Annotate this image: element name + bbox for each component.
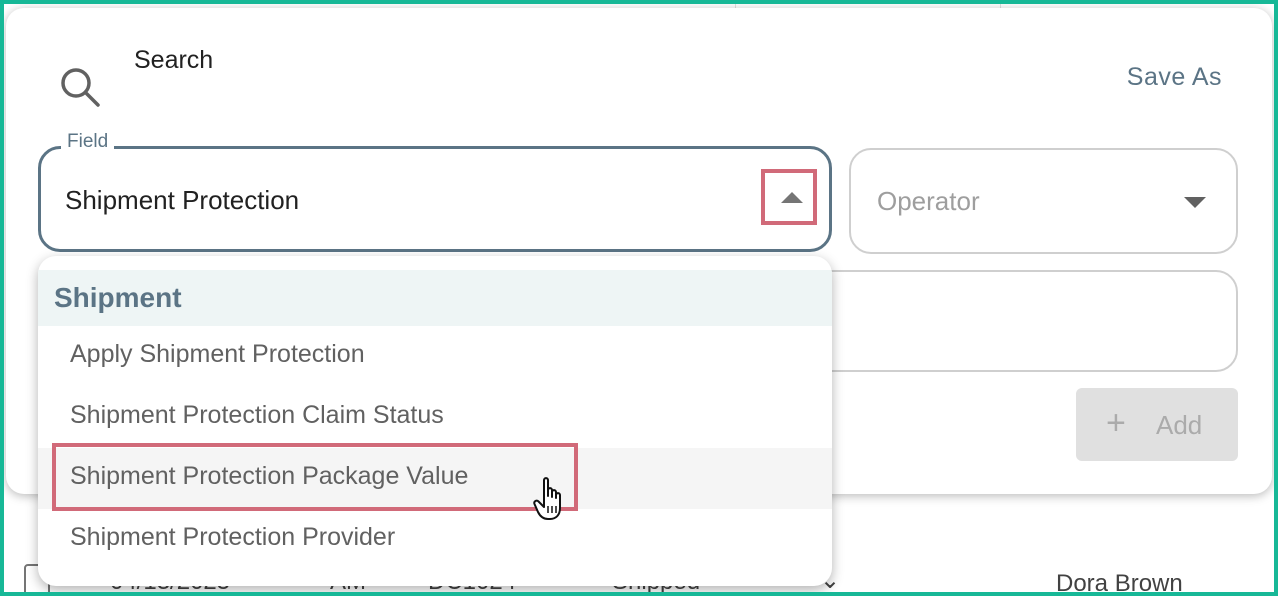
dropdown-item-apply-shipment-protection[interactable]: Apply Shipment Protection	[38, 326, 832, 387]
dropdown-item-claim-status[interactable]: Shipment Protection Claim Status	[38, 387, 832, 448]
dropdown-item-label: Apply Shipment Protection	[70, 340, 365, 368]
field-dropdown-menu: Shipment Apply Shipment Protection Shipm…	[38, 256, 832, 586]
hand-cursor-icon	[533, 477, 561, 520]
add-button[interactable]: + Add	[1076, 388, 1238, 461]
dropdown-group-label: Shipment	[54, 282, 182, 313]
search-label: Search	[134, 46, 214, 74]
field-legend: Field	[61, 131, 115, 153]
dropdown-item-label: Shipment Protection Provider	[70, 523, 396, 551]
field-value: Shipment Protection	[65, 185, 300, 215]
row-customer: Dora Brown	[1056, 570, 1183, 596]
dropdown-item-label: Shipment Protection Package Value	[70, 462, 469, 490]
dropdown-item-package-value[interactable]: Shipment Protection Package Value	[38, 448, 832, 509]
add-label: Add	[1156, 410, 1203, 440]
search-icon[interactable]	[56, 63, 104, 111]
caret-up-icon	[781, 192, 803, 203]
value-input[interactable]	[796, 270, 1238, 372]
field-dropdown-toggle[interactable]	[761, 169, 817, 225]
plus-icon: +	[1106, 404, 1126, 442]
field-select[interactable]: Field Shipment Protection	[38, 131, 832, 252]
dropdown-group-header: Shipment	[38, 270, 832, 326]
operator-select[interactable]: Operator	[849, 148, 1238, 254]
dropdown-item-label: Shipment Protection Claim Status	[70, 401, 444, 429]
caret-down-icon	[1184, 197, 1206, 208]
operator-placeholder: Operator	[877, 186, 980, 216]
dropdown-item-provider[interactable]: Shipment Protection Provider	[38, 509, 832, 570]
save-as-button[interactable]: Save As	[1127, 63, 1222, 92]
